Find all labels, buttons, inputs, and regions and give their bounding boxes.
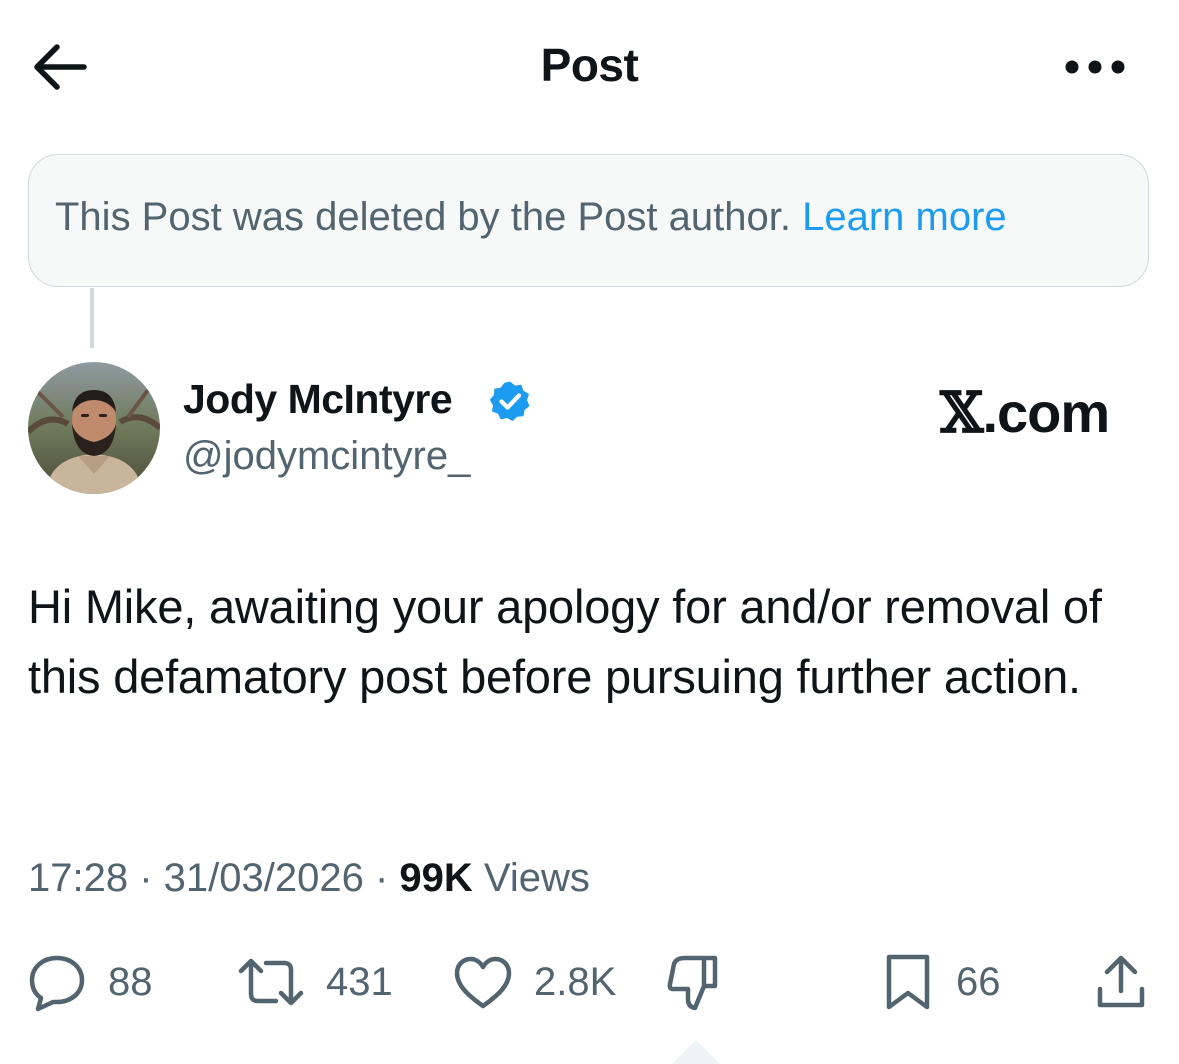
deleted-notice-text: This Post was deleted by the Post author…	[55, 195, 791, 239]
x-logo-icon: 𝕏	[940, 380, 983, 446]
thumbs-down-icon	[667, 955, 718, 1011]
bookmark-icon	[886, 954, 930, 1010]
more-options-button[interactable]	[1060, 50, 1130, 84]
thread-connector-line	[90, 288, 94, 348]
post-time[interactable]: 17:28	[28, 856, 128, 900]
bookmark-button[interactable]: 66	[880, 950, 1001, 1014]
repost-icon	[238, 958, 304, 1006]
x-com-watermark: 𝕏.com	[940, 380, 1110, 446]
more-horizontal-icon	[1065, 60, 1125, 74]
reply-count: 88	[108, 959, 153, 1004]
avatar-photo	[28, 362, 160, 494]
reply-button[interactable]: 88	[26, 950, 153, 1014]
meta-separator: ·	[363, 856, 400, 900]
reply-icon	[29, 955, 85, 1012]
author-display-name[interactable]: Jody McIntyre	[183, 376, 453, 423]
post-metadata: 17:28 · 31/03/2026 · 99K Views	[28, 856, 590, 901]
views-count: 99K	[399, 856, 473, 900]
repost-button[interactable]: 431	[236, 950, 393, 1014]
author-handle[interactable]: @jodymcintyre_	[183, 434, 470, 479]
like-button[interactable]: 2.8K	[452, 950, 616, 1014]
post-date[interactable]: 31/03/2026	[164, 856, 364, 900]
share-icon	[1097, 955, 1145, 1008]
verified-badge-icon	[489, 381, 530, 421]
post-text: Hi Mike, awaiting your apology for and/o…	[28, 580, 1102, 703]
bottom-notch	[672, 1040, 720, 1064]
like-count: 2.8K	[534, 959, 617, 1004]
views-label: Views	[483, 856, 590, 900]
deleted-post-notice: This Post was deleted by the Post author…	[28, 154, 1149, 287]
repost-count: 431	[326, 959, 393, 1004]
meta-separator: ·	[128, 856, 164, 900]
share-button[interactable]	[1092, 950, 1150, 1014]
top-bar: Post	[0, 0, 1179, 130]
avatar[interactable]	[28, 362, 160, 494]
bookmark-count: 66	[956, 959, 1001, 1004]
heart-icon	[454, 956, 512, 1009]
dislike-button[interactable]	[664, 950, 726, 1014]
page-title: Post	[540, 39, 639, 91]
watermark-text: .com	[982, 381, 1110, 444]
learn-more-link[interactable]: Learn more	[802, 195, 1007, 239]
